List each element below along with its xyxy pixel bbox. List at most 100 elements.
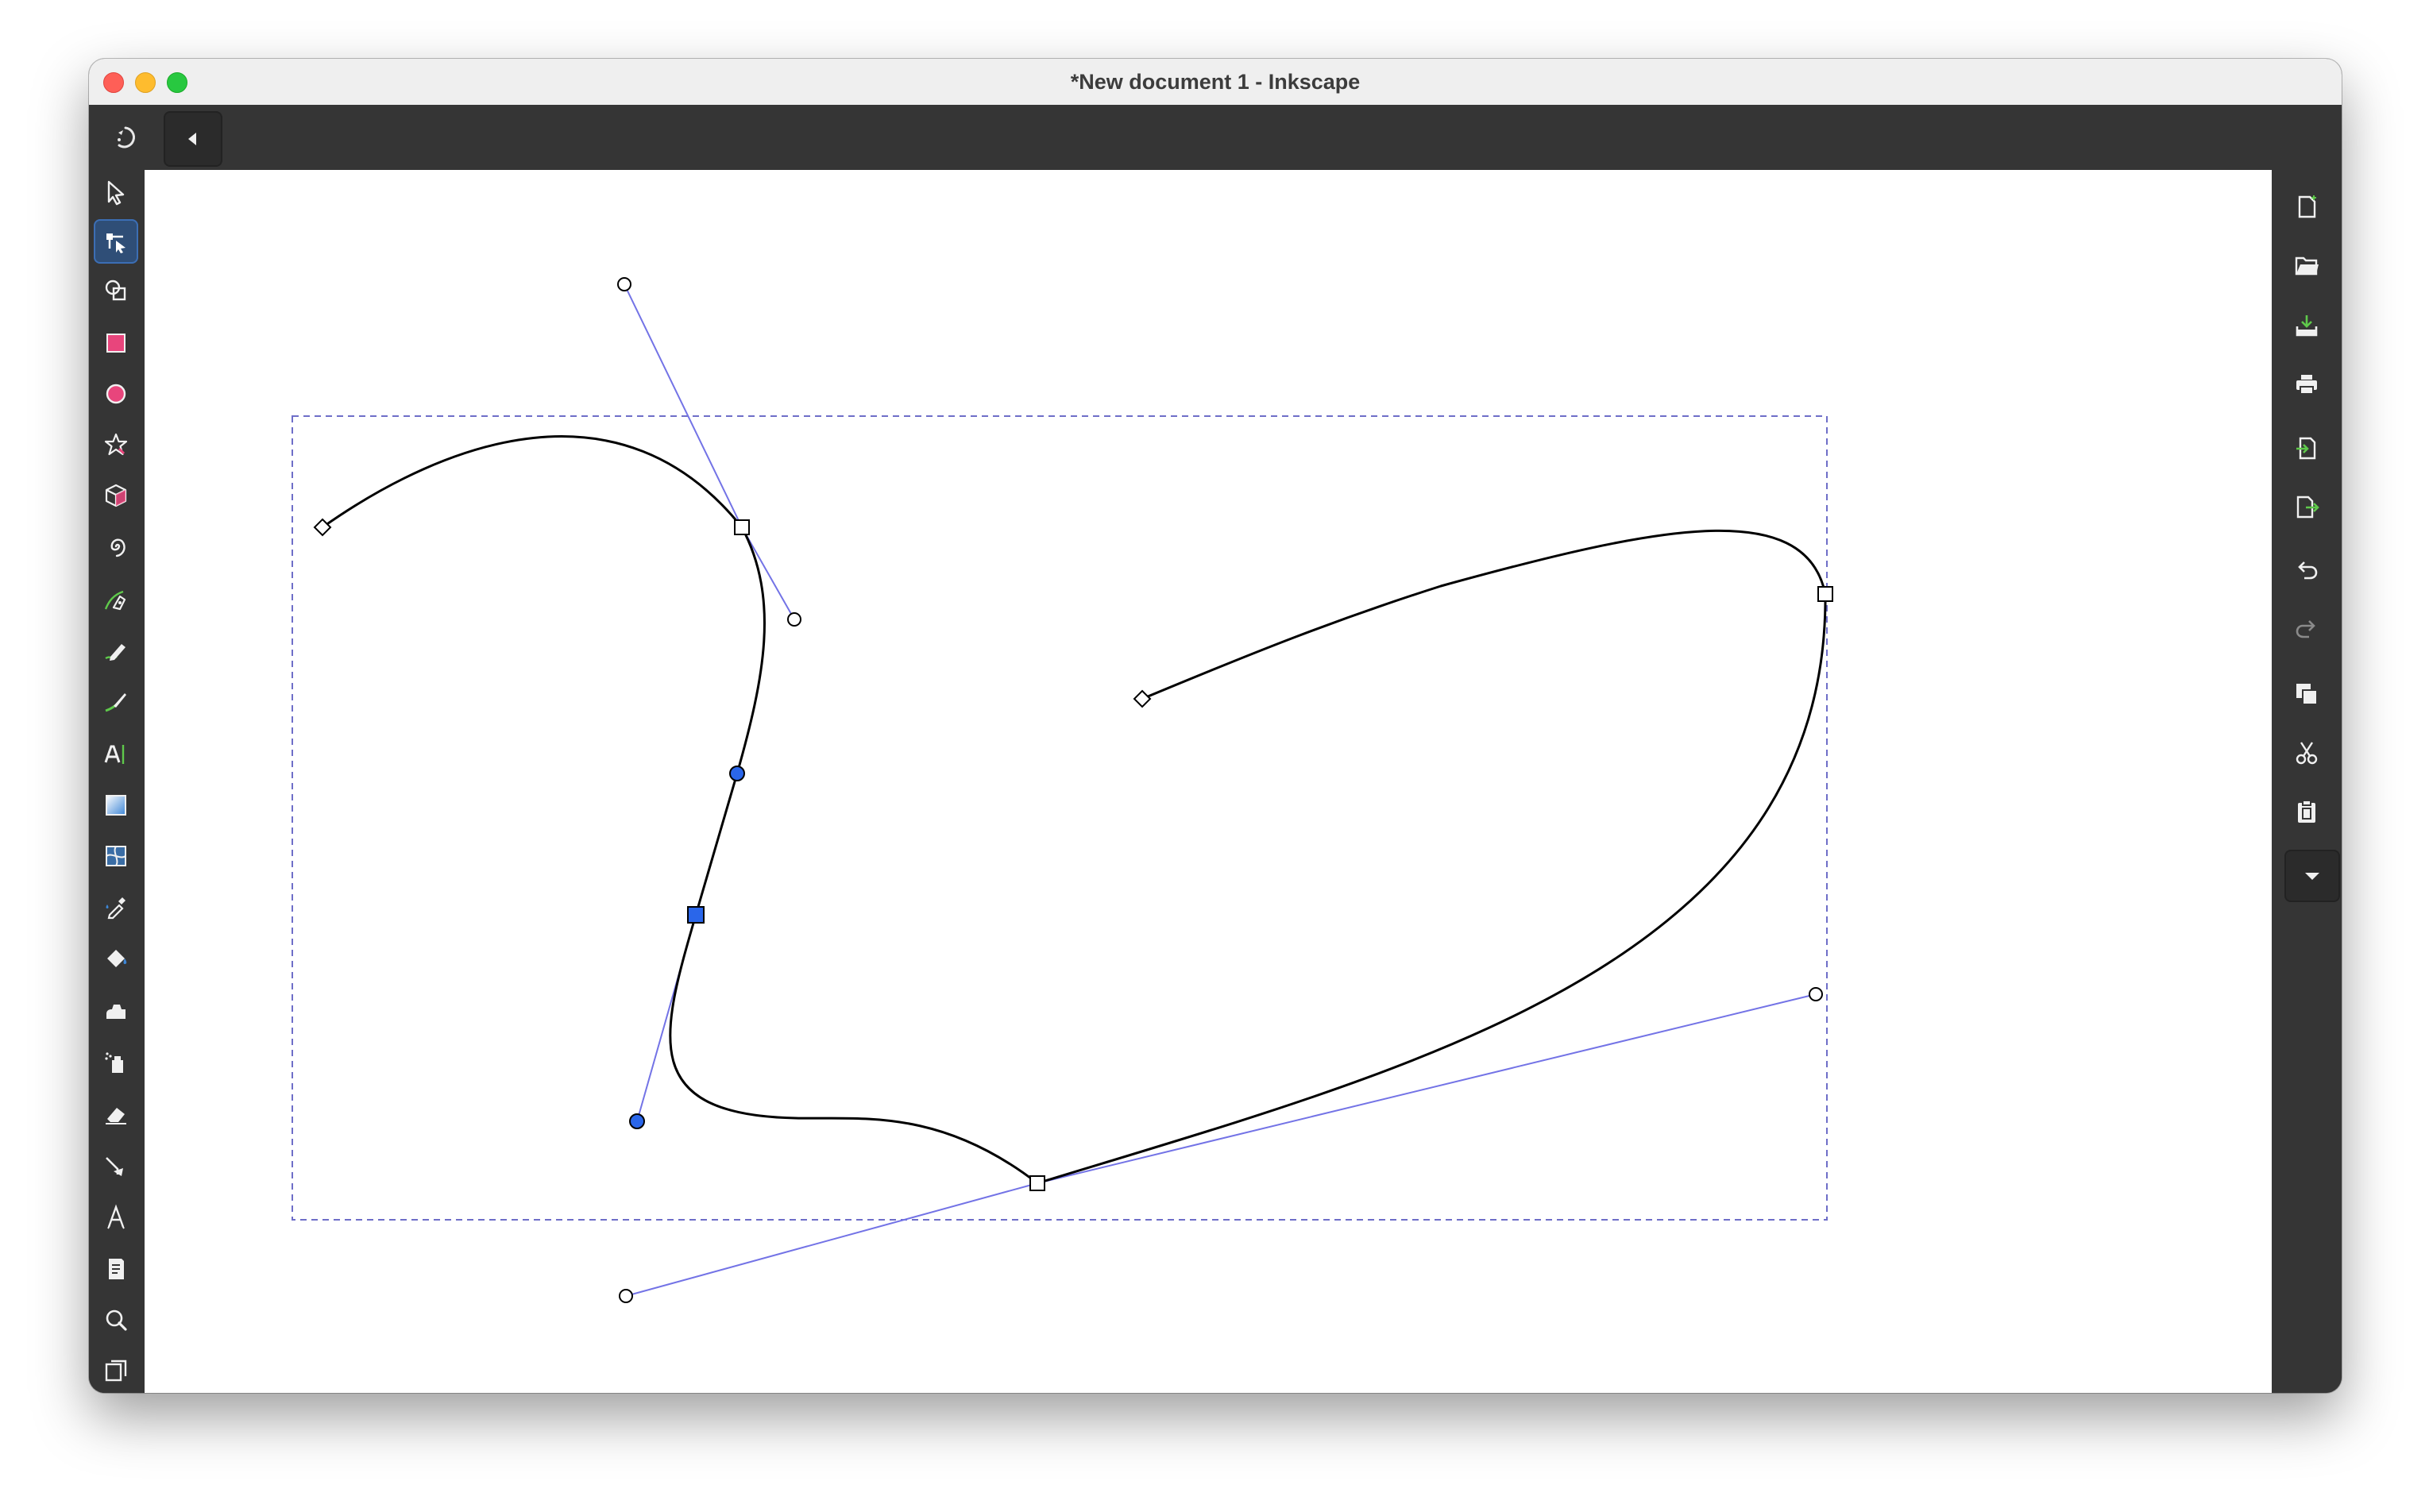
undo-icon <box>2298 561 2318 580</box>
tweak-tool[interactable] <box>94 989 138 1034</box>
mesh-tool[interactable] <box>94 834 138 878</box>
eraser-tool[interactable] <box>94 1091 138 1136</box>
drawing-canvas[interactable] <box>145 170 2272 1393</box>
handle-point[interactable] <box>619 1289 633 1303</box>
calligraphy-icon <box>105 693 126 712</box>
toolbox <box>89 170 145 1393</box>
measure-tool[interactable] <box>94 1194 138 1239</box>
pages-icon <box>109 1259 124 1279</box>
star-icon <box>104 433 128 456</box>
pen-tool[interactable] <box>94 578 138 623</box>
spiral-icon <box>110 538 126 557</box>
duplicate-icon <box>2296 684 2318 705</box>
new-document-button[interactable] <box>2284 184 2329 229</box>
more-commands-button[interactable] <box>2284 850 2340 902</box>
pencil-icon <box>105 644 126 661</box>
rectangle-icon <box>106 334 126 353</box>
print-icon <box>2296 375 2317 395</box>
selector-tool[interactable] <box>94 170 138 214</box>
dropper-icon <box>106 897 126 920</box>
import-icon <box>2296 437 2316 460</box>
node-icon <box>106 233 126 253</box>
eraser-icon <box>106 1108 126 1124</box>
path-editing-overlay <box>292 277 1833 1303</box>
export-icon <box>2296 496 2319 519</box>
pages-tool[interactable] <box>94 1247 138 1291</box>
rectangle-tool[interactable] <box>94 321 138 365</box>
handle-point[interactable] <box>787 612 801 627</box>
duplicate-button[interactable] <box>2284 672 2329 716</box>
spray-icon <box>105 1052 123 1073</box>
chevron-down-icon <box>2305 873 2319 880</box>
paste-button[interactable] <box>2284 789 2329 834</box>
handle-point[interactable] <box>1809 987 1823 1001</box>
shape-builder-icon <box>105 280 126 301</box>
zoom-tool[interactable] <box>94 1298 138 1342</box>
selected-path-node[interactable] <box>687 906 705 924</box>
paste-icon <box>2298 800 2315 823</box>
text-tool[interactable] <box>94 732 138 777</box>
title-bar: *New document 1 - Inkscape <box>89 59 2342 106</box>
tweak-icon <box>106 1005 126 1019</box>
gradient-icon <box>106 795 126 816</box>
box3d-icon <box>105 484 127 507</box>
canvas-rotation-button[interactable] <box>105 116 148 159</box>
cut-icon <box>2296 742 2318 765</box>
commands-bar <box>2272 170 2342 1393</box>
lpe-tool[interactable] <box>94 1348 138 1393</box>
save-button[interactable] <box>2284 303 2329 348</box>
tool-controls-bar <box>89 105 2342 170</box>
ellipse-icon <box>106 384 126 404</box>
connector-icon <box>106 1157 123 1176</box>
path-node[interactable] <box>734 519 750 535</box>
open-button[interactable] <box>2284 243 2329 287</box>
path-node[interactable] <box>1029 1175 1045 1191</box>
path-nodes <box>687 519 1833 1191</box>
end-nodes <box>313 518 1152 708</box>
ellipse-tool[interactable] <box>94 372 138 416</box>
cut-button[interactable] <box>2284 731 2329 775</box>
new-document-icon <box>2298 195 2316 218</box>
calligraphy-tool[interactable] <box>94 680 138 724</box>
bezier-handles <box>617 277 1823 1303</box>
star-tool[interactable] <box>94 422 138 467</box>
bezier-path[interactable] <box>322 435 1827 1185</box>
paint-bucket-icon <box>107 950 127 967</box>
zoom-icon <box>106 1310 127 1331</box>
rotate-icon <box>118 126 135 148</box>
undo-button[interactable] <box>2284 548 2329 592</box>
node-tool[interactable] <box>94 219 138 264</box>
box3d-tool[interactable] <box>94 473 138 518</box>
save-icon <box>2296 315 2318 337</box>
end-node[interactable] <box>1133 689 1152 708</box>
start-node[interactable] <box>313 518 332 537</box>
path-node[interactable] <box>1817 586 1833 602</box>
selector-icon <box>107 180 125 206</box>
pencil-tool[interactable] <box>94 629 138 673</box>
open-icon <box>2295 256 2319 276</box>
import-button[interactable] <box>2284 426 2329 470</box>
print-button[interactable] <box>2284 362 2329 407</box>
connector-tool[interactable] <box>94 1144 138 1188</box>
handle-lines <box>624 284 1817 1297</box>
selected-handle-point[interactable] <box>729 766 745 781</box>
paint-bucket-tool[interactable] <box>94 935 138 980</box>
measure-icon <box>107 1204 125 1229</box>
export-button[interactable] <box>2284 484 2329 529</box>
selection-bounding-box <box>292 415 1828 1221</box>
chevron-left-icon <box>188 133 196 145</box>
pen-icon <box>104 590 126 611</box>
shape-builder-tool[interactable] <box>94 268 138 313</box>
window-title: *New document 1 - Inkscape <box>1070 70 1361 94</box>
dropper-tool[interactable] <box>94 885 138 929</box>
handle-point[interactable] <box>617 277 631 291</box>
collapse-toolbar-button[interactable] <box>164 111 222 167</box>
redo-button[interactable] <box>2284 607 2329 651</box>
mesh-icon <box>106 846 126 866</box>
redo-icon <box>2296 620 2315 638</box>
spiral-tool[interactable] <box>94 524 138 569</box>
spray-tool[interactable] <box>94 1040 138 1085</box>
inkscape-window: *New document 1 - Inkscape <box>89 59 2342 1393</box>
gradient-tool[interactable] <box>94 783 138 827</box>
selected-handle-point[interactable] <box>629 1113 645 1129</box>
